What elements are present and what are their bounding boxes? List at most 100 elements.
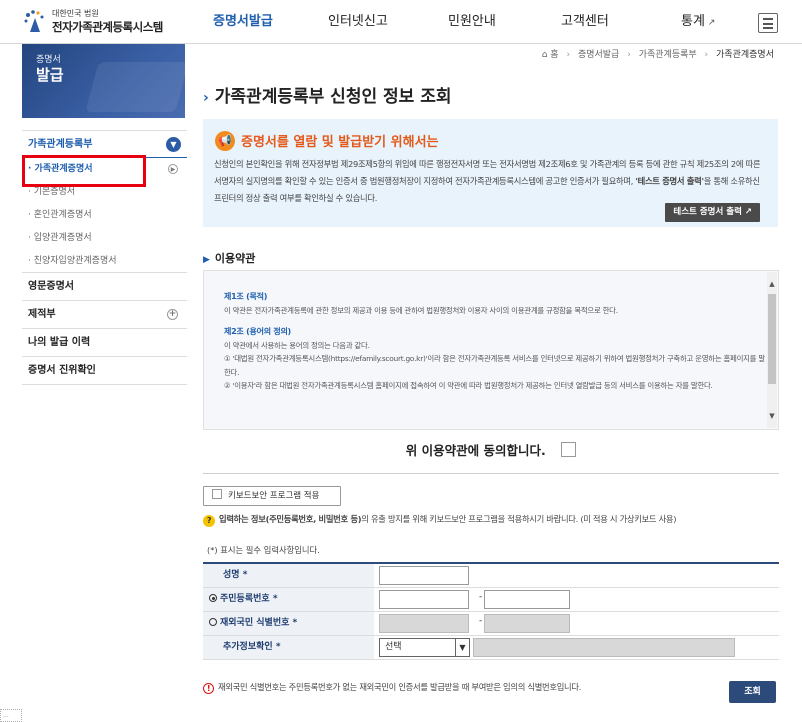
dash: - — [479, 592, 483, 602]
form-row-extra: 추가정보확인 * 선택 ▼ — [203, 636, 779, 660]
form-row-rrn: 주민등록번호 * - — [203, 588, 779, 612]
scroll-up-icon[interactable]: ▲ — [767, 280, 777, 288]
sidebar-section-label: 영문증명서 — [28, 281, 74, 292]
rrn-back-input[interactable] — [484, 590, 570, 609]
terms-scrollbar[interactable]: ▲ ▼ — [767, 272, 777, 428]
scrollbar-thumb[interactable] — [768, 294, 776, 384]
sidebar-section-label: 나의 발급 이력 — [28, 337, 91, 348]
foreign-back-input[interactable] — [484, 614, 570, 633]
notice-box: 📢 증명서를 열람 및 발급받기 위해서는 신청인의 본인확인을 위해 전자정부… — [203, 119, 778, 227]
exclamation-icon: ! — [203, 683, 214, 694]
corner-widget[interactable]: ... — [0, 709, 22, 722]
chevron-down-icon: ▼ — [166, 137, 181, 152]
foreign-front-input[interactable] — [379, 614, 469, 633]
search-button[interactable]: 조회 — [729, 681, 776, 703]
nav-statistics[interactable]: 통계 ↗ — [681, 0, 715, 44]
court-emblem-icon — [24, 10, 44, 32]
foreign-radio[interactable] — [209, 618, 217, 626]
sidebar-item-label: · 입양관계증명서 — [28, 233, 92, 243]
agree-checkbox[interactable] — [561, 442, 577, 457]
terms-content: 제1조 (목적) 이 약관은 전자가족관계등록에 관한 정보의 제공과 이용 등… — [224, 290, 766, 393]
rrn-front-input[interactable] — [379, 590, 469, 609]
hamburger-line — [763, 18, 773, 20]
keyboard-security-button[interactable]: 키보드보안 프로그램 적용 — [203, 486, 341, 506]
breadcrumb-separator: › — [627, 50, 631, 60]
terms-article-head: 제2조 (용어의 정의) — [224, 327, 291, 336]
notice-title: 증명서를 열람 및 발급받기 위해서는 — [241, 135, 439, 150]
form-row-name: 성명 * — [203, 564, 779, 588]
sidebar-section-verify[interactable]: 증명서 진위확인 — [22, 357, 187, 385]
home-icon[interactable]: ⌂ — [542, 50, 548, 60]
site-logo[interactable]: 대한민국 법원 전자가족관계등록시스템 — [22, 6, 172, 36]
logo-title: 전자가족관계등록시스템 — [52, 20, 163, 34]
megaphone-icon: 📢 — [215, 131, 235, 151]
test-print-label: 테스트 증명서 출력 — [673, 207, 742, 217]
hamburger-line — [763, 22, 773, 25]
triangle-right-icon: ▶ — [203, 255, 210, 265]
terms-article-body: 이 약관은 전자가족관계등록에 관한 정보의 제공과 이용 등에 관하여 법원행… — [224, 305, 618, 315]
sidebar-item-marriage-certificate[interactable]: · 혼인관계증명서 — [22, 204, 187, 227]
extra-info-input[interactable] — [473, 638, 735, 657]
nav-internet-report[interactable]: 인터넷신고 — [328, 0, 388, 44]
chevron-down-icon: ▼ — [455, 639, 469, 656]
notice-text: 신청인의 본인확인을 위해 전자정부법 제29조제5항의 위임에 따른 행정전자… — [214, 156, 769, 207]
sidebar-section-issue-history[interactable]: 나의 발급 이력 — [22, 329, 187, 357]
external-link-icon: ↗ — [744, 207, 752, 217]
foreign-id-note: ! 재외국민 식별번호는 주민등록번호가 없는 재외국민이 인증서를 발급받을 때… — [203, 681, 581, 694]
terms-article-body: 이 약관에서 사용하는 용어의 정의는 다음과 같다. — [224, 340, 370, 350]
terms-article-head: 제1조 (목적) — [224, 292, 268, 301]
keyboard-security-checkbox[interactable] — [212, 489, 222, 499]
nav-customer-center[interactable]: 고객센터 — [561, 0, 609, 44]
terms-article-body: ① '대법원 전자가족관계등록시스템(https://efamily.scour… — [224, 354, 765, 377]
chevron-icon: › — [203, 90, 209, 106]
sidebar-section-label: 제적부 — [28, 309, 56, 320]
logo-subtitle: 대한민국 법원 — [52, 9, 99, 18]
extra-info-select[interactable]: 선택 ▼ — [379, 638, 470, 657]
highlight-box — [22, 155, 146, 187]
breadcrumb-item[interactable]: 증명서발급 — [578, 50, 619, 60]
sidebar-item-label: · 혼인관계증명서 — [28, 210, 92, 220]
sidebar-item-full-adoption-certificate[interactable]: · 친양자입양관계증명서 — [22, 250, 187, 273]
sidebar-section-family-register[interactable]: 가족관계등록부 ▼ — [22, 130, 187, 158]
notice-text-bold: '테스트 증명서 출력' — [635, 176, 704, 186]
sidebar-section-removed-register[interactable]: 제적부 + — [22, 301, 187, 329]
menu-button[interactable] — [758, 13, 778, 33]
terms-title: ▶ 이용약관 — [203, 250, 255, 266]
question-icon: ? — [203, 515, 215, 527]
keyboard-note: ? 입력하는 정보(주민등록번호, 비밀번호 등)의 유출 방지를 위해 키보드보… — [203, 513, 677, 527]
dash: - — [479, 616, 483, 626]
top-header: 대한민국 법원 전자가족관계등록시스템 증명서발급 인터넷신고 민원안내 고객센… — [0, 0, 802, 44]
form-row-foreign: 재외국민 식별번호 * - — [203, 612, 779, 636]
sidebar-item-adoption-certificate[interactable]: · 입양관계증명서 — [22, 227, 187, 250]
extra-label: 추가정보확인 * — [203, 636, 374, 659]
external-link-icon: ↗ — [707, 18, 716, 28]
hamburger-line — [763, 27, 773, 29]
breadcrumb-home[interactable]: 홈 — [550, 50, 558, 60]
keyboard-note-bold: 입력하는 정보(주민등록번호, 비밀번호 등) — [219, 514, 362, 524]
name-input[interactable] — [379, 566, 469, 585]
sidebar-banner: 증명서 발급 — [22, 44, 185, 118]
agree-label: 위 이용약관에 동의합니다. — [405, 443, 546, 458]
book-illustration — [85, 62, 185, 112]
foreign-id-note-text: 재외국민 식별번호는 주민등록번호가 없는 재외국민이 인증서를 발급받을 때 … — [218, 682, 582, 692]
breadcrumb-separator: › — [704, 50, 709, 60]
rrn-radio[interactable] — [209, 594, 217, 602]
breadcrumb: ⌂ 홈 › 증명서발급 › 가족관계등록부 › 가족관계증명서 — [542, 47, 774, 60]
nav-civil-guide[interactable]: 민원안내 — [448, 0, 496, 44]
agree-row: 위 이용약관에 동의합니다. — [203, 440, 779, 474]
sidebar-item-label: · 기본증명서 — [28, 187, 76, 197]
terms-article-body: ② '이용자'라 함은 대법원 전자가족관계등록시스템 홈페이지에 접속하여 이… — [224, 381, 713, 390]
breadcrumb-separator: › — [566, 50, 571, 60]
sidebar-section-english[interactable]: 영문증명서 — [22, 273, 187, 301]
foreign-label-cell: 재외국민 식별번호 * — [203, 612, 374, 635]
test-print-button[interactable]: 테스트 증명서 출력 ↗ — [665, 203, 760, 222]
breadcrumb-current: 가족관계증명서 — [716, 50, 774, 60]
breadcrumb-item[interactable]: 가족관계등록부 — [639, 50, 697, 60]
terms-box[interactable]: 제1조 (목적) 이 약관은 전자가족관계등록에 관한 정보의 제공과 이용 등… — [203, 270, 779, 430]
scroll-down-icon[interactable]: ▼ — [767, 412, 777, 420]
page-title: › 가족관계등록부 신청인 정보 조회 — [203, 82, 452, 107]
plus-icon: + — [167, 309, 178, 320]
nav-certificate-issue[interactable]: 증명서발급 — [213, 0, 273, 44]
terms-title-text: 이용약관 — [214, 252, 256, 265]
sidebar-item-label: · 친양자입양관계증명서 — [28, 256, 117, 266]
